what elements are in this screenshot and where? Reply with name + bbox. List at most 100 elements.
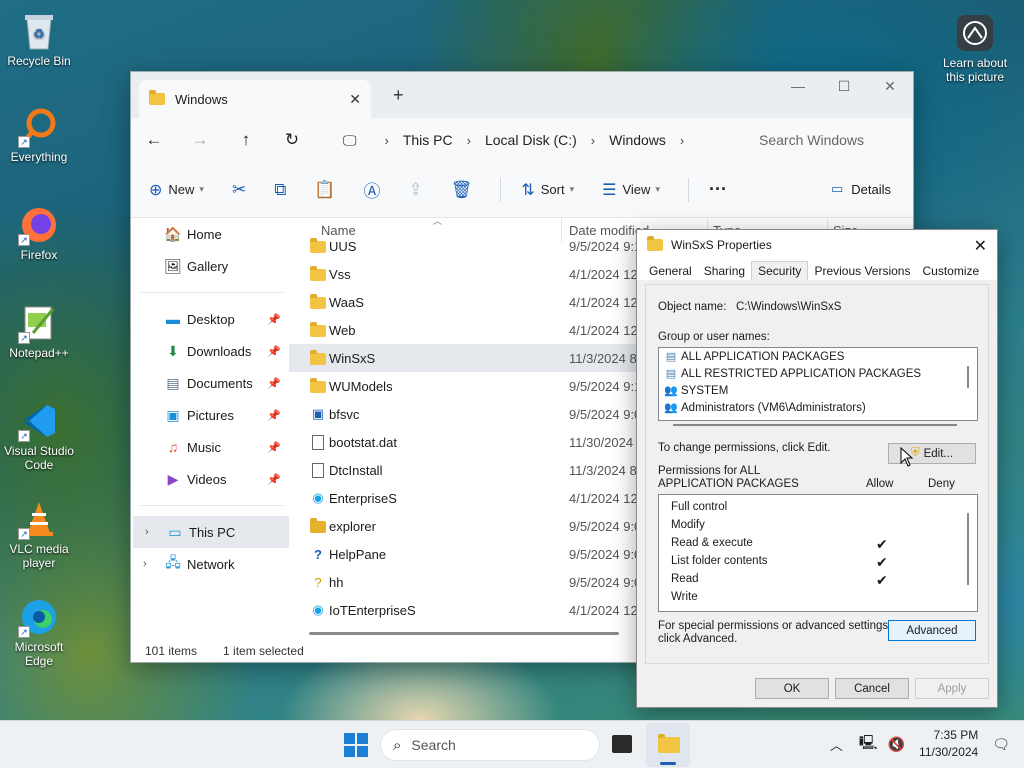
volume-muted-icon[interactable]: 🔇 xyxy=(888,736,905,753)
apply-button[interactable]: Apply xyxy=(915,678,989,699)
tab-previous-versions[interactable]: Previous Versions xyxy=(808,262,916,280)
close-window-button[interactable]: ✕ xyxy=(867,72,913,102)
pin-icon[interactable]: 📌 xyxy=(267,473,281,486)
sidebar-item-label: Downloads xyxy=(187,343,252,359)
desktop-icon-vlc[interactable]: ↗ VLC media player xyxy=(1,498,77,570)
new-tab-button[interactable]: + xyxy=(393,85,404,106)
explorer-app-icon xyxy=(309,518,327,534)
up-button[interactable]: ↑ xyxy=(223,130,269,150)
file-name: Vss xyxy=(329,266,351,282)
tab-security[interactable]: Security xyxy=(751,261,809,280)
desktop-icon-recycle-bin[interactable]: ♻ Recycle Bin xyxy=(1,10,77,68)
sidebar-item-desktop[interactable]: ▬ Desktop 📌 xyxy=(131,303,289,335)
desktop-icon-label: VLC media player xyxy=(9,542,69,570)
sort-button[interactable]: ⇅ Sort ▾ xyxy=(521,180,574,200)
system-tray: ︿ 🖳 🔇 7:35 PM 11/30/2024 🗨 xyxy=(830,727,1010,761)
group-list[interactable]: ▤ ALL APPLICATION PACKAGES ▤ ALL RESTRIC… xyxy=(658,347,978,426)
pin-icon[interactable]: 📌 xyxy=(267,377,281,390)
advanced-button[interactable]: Advanced xyxy=(888,620,976,641)
more-options-button[interactable]: ··· xyxy=(709,179,727,200)
group-list-item[interactable]: 👥 SYSTEM xyxy=(659,382,977,399)
pin-icon[interactable]: 📌 xyxy=(267,441,281,454)
sidebar-item-network[interactable]: › 🖧 Network xyxy=(131,548,289,580)
vertical-scrollbar[interactable] xyxy=(967,366,969,388)
desktop-icon-firefox[interactable]: ↗ Firefox xyxy=(1,204,77,262)
chevron-right-icon[interactable]: › xyxy=(145,526,149,538)
file-date: 4/1/2024 12:2 xyxy=(569,266,639,282)
taskbar-app-file-explorer[interactable] xyxy=(646,723,690,767)
ok-button[interactable]: OK xyxy=(755,678,829,699)
home-icon: 🏠 xyxy=(164,225,182,242)
refresh-button[interactable]: ↻ xyxy=(269,130,315,150)
horizontal-scrollbar[interactable] xyxy=(673,424,957,426)
rename-icon[interactable]: Ⓐ xyxy=(364,177,381,202)
learn-about-picture[interactable]: Learn about this picture xyxy=(936,12,1014,84)
desktop-icon-vscode[interactable]: ↗ Visual Studio Code xyxy=(1,400,77,472)
maximize-button[interactable]: ☐ xyxy=(821,72,867,102)
share-icon[interactable]: ⇪ xyxy=(409,180,423,200)
network-icon[interactable]: 🖳 xyxy=(859,732,878,756)
breadcrumb-windows[interactable]: Windows xyxy=(609,132,666,148)
group-list-item[interactable]: ▤ ALL RESTRICTED APPLICATION PACKAGES xyxy=(659,365,977,382)
sidebar-item-this-pc[interactable]: › ▭ This PC xyxy=(133,516,289,548)
cut-icon[interactable]: ✂ xyxy=(232,180,246,200)
item-count: 101 items xyxy=(145,644,198,658)
breadcrumb-this-pc[interactable]: This PC xyxy=(403,132,453,148)
delete-icon[interactable]: 🗑 xyxy=(451,180,473,200)
edge-icon: ↗ xyxy=(18,596,60,638)
sidebar-item-videos[interactable]: ▶ Videos 📌 xyxy=(131,463,289,495)
shortcut-arrow-icon: ↗ xyxy=(18,528,30,540)
chevron-up-icon[interactable]: ︿ xyxy=(830,735,843,754)
vertical-scrollbar[interactable] xyxy=(967,513,969,585)
close-dialog-button[interactable]: ✕ xyxy=(974,236,987,256)
sidebar-item-documents[interactable]: ▤ Documents 📌 xyxy=(131,367,289,399)
sidebar-item-pictures[interactable]: ▣ Pictures 📌 xyxy=(131,399,289,431)
new-button[interactable]: ⊕ New ▾ xyxy=(149,180,204,200)
allow-column-label: Allow xyxy=(866,478,894,490)
address-bar[interactable]: 🖵 › This PC › Local Disk (C:) › Windows … xyxy=(331,124,731,156)
start-button[interactable] xyxy=(344,733,368,757)
video-icon: ▶ xyxy=(167,470,179,487)
sidebar-item-gallery[interactable]: 🖼 Gallery xyxy=(131,250,289,282)
clock-date: 11/30/2024 xyxy=(919,745,979,759)
sidebar-item-downloads[interactable]: ⬇ Downloads 📌 xyxy=(131,335,289,367)
sidebar-item-home[interactable]: 🏠 Home xyxy=(131,218,289,250)
pin-icon[interactable]: 📌 xyxy=(267,409,281,422)
minimize-button[interactable]: — xyxy=(775,72,821,102)
tab-sharing[interactable]: Sharing xyxy=(698,262,751,280)
forward-button[interactable]: → xyxy=(177,130,223,150)
copy-icon[interactable]: ⧉ xyxy=(274,180,286,200)
taskbar-search-input[interactable]: ⌕ Search xyxy=(380,729,600,761)
tab-title: Windows xyxy=(175,91,228,107)
chevron-down-icon: ▾ xyxy=(655,184,660,194)
taskbar-app-terminal[interactable] xyxy=(612,735,632,753)
file-date: 11/3/2024 8:1 xyxy=(569,462,639,478)
cancel-button[interactable]: Cancel xyxy=(835,678,909,699)
notifications-icon[interactable]: 🗨 xyxy=(992,736,1010,753)
tab-general[interactable]: General xyxy=(643,262,698,280)
chevron-right-icon[interactable]: › xyxy=(143,558,147,570)
clock[interactable]: 7:35 PM 11/30/2024 xyxy=(919,727,978,761)
tab-windows[interactable]: Windows ✕ xyxy=(139,80,371,118)
permission-name: Full control xyxy=(671,501,728,513)
close-tab-icon[interactable]: ✕ xyxy=(349,91,361,108)
properties-dialog: WinSxS Properties ✕ General Sharing Secu… xyxy=(636,229,998,708)
sidebar-item-music[interactable]: ♫ Music 📌 xyxy=(131,431,289,463)
pin-icon[interactable]: 📌 xyxy=(267,313,281,326)
permission-row: Modify xyxy=(671,519,971,537)
desktop-icon-everything[interactable]: ↗ Everything xyxy=(1,106,77,164)
file-icon xyxy=(309,434,327,451)
horizontal-scrollbar[interactable] xyxy=(309,632,619,635)
pin-icon[interactable]: 📌 xyxy=(267,345,281,358)
group-list-item[interactable]: 👥 Administrators (VM6\Administrators) xyxy=(659,399,977,416)
breadcrumb-local-disk[interactable]: Local Disk (C:) xyxy=(485,132,577,148)
back-button[interactable]: ← xyxy=(131,130,177,150)
details-button[interactable]: ▭ Details xyxy=(831,181,891,197)
search-input[interactable]: Search Windows xyxy=(743,124,911,156)
paste-icon[interactable]: 📋 xyxy=(314,180,335,200)
tab-customize[interactable]: Customize xyxy=(916,262,985,280)
desktop-icon-edge[interactable]: ↗ Microsoft Edge xyxy=(1,596,77,668)
group-list-item[interactable]: ▤ ALL APPLICATION PACKAGES xyxy=(659,348,977,365)
desktop-icon-notepadpp[interactable]: ↗ Notepad++ xyxy=(1,302,77,360)
view-button[interactable]: ☰ View ▾ xyxy=(602,180,660,200)
